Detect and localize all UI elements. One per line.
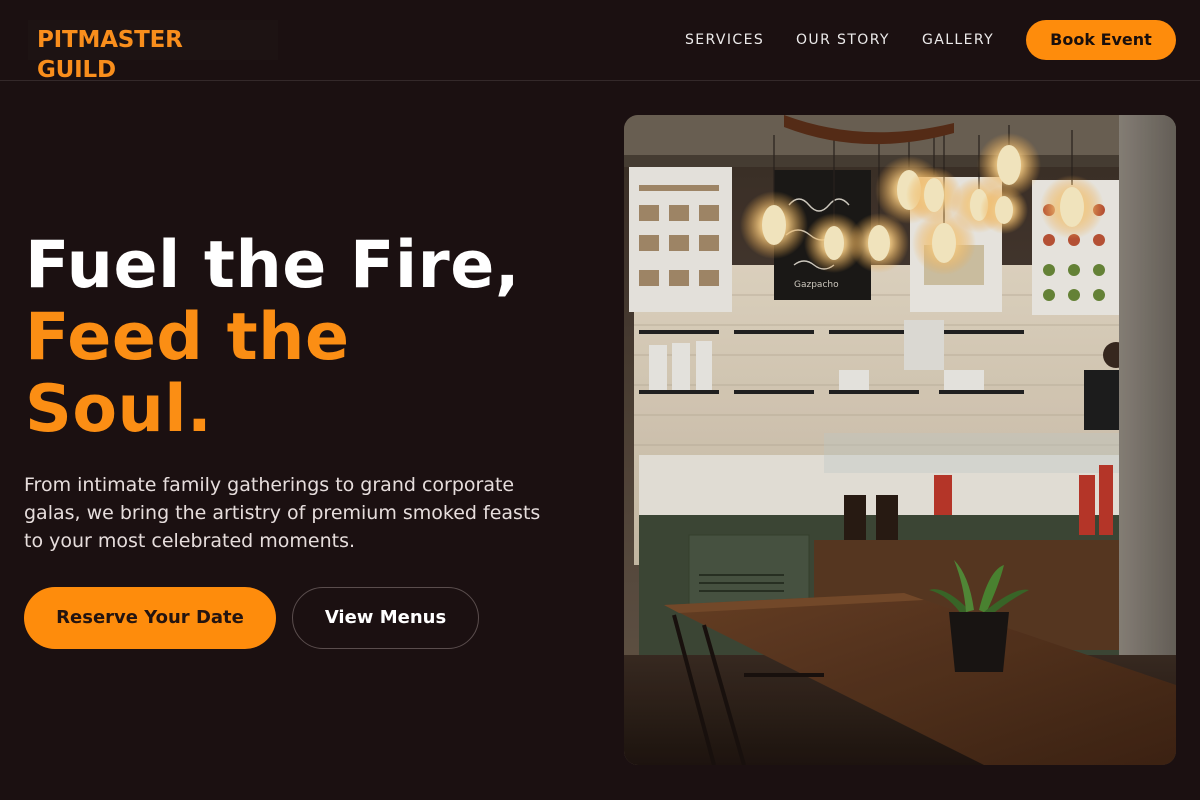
hero-description: From intimate family gatherings to grand… bbox=[24, 474, 541, 552]
hero-title-line-3: Soul. bbox=[25, 372, 213, 447]
cafe-interior-illustration: Gazpacho bbox=[624, 115, 1176, 765]
brand-logo[interactable]: PITMASTER GUILD bbox=[28, 20, 278, 83]
hero-title-line-1: Fuel the Fire, bbox=[25, 228, 521, 303]
site-header: PITMASTER GUILD SERVICES OUR STORY GALLE… bbox=[0, 0, 1200, 83]
book-event-button[interactable]: Book Event bbox=[1026, 20, 1176, 60]
nav-link-our-story[interactable]: OUR STORY bbox=[796, 30, 890, 50]
view-menus-button[interactable]: View Menus bbox=[292, 587, 479, 649]
hero-title: Fuel the Fire, Feed the Soul. bbox=[25, 230, 605, 446]
nav-link-services[interactable]: SERVICES bbox=[685, 30, 764, 50]
reserve-date-button[interactable]: Reserve Your Date bbox=[24, 587, 276, 649]
nav-link-gallery[interactable]: GALLERY bbox=[922, 30, 994, 50]
hero-image: Gazpacho bbox=[624, 115, 1176, 765]
hero-title-line-2: Feed the bbox=[25, 300, 350, 375]
